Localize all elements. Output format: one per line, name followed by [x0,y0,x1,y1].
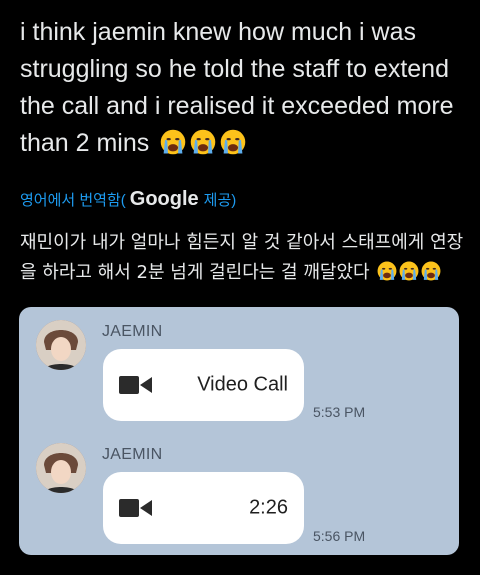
call-duration-bubble[interactable]: 2:26 [103,472,304,544]
sender-name: JAEMIN [102,323,163,340]
video-camera-icon [119,376,152,394]
call-duration: 2:26 [249,496,288,519]
video-call-bubble[interactable]: Video Call [103,349,304,421]
crying-face-emoji-icon [190,129,216,155]
translated-label: 영어에서 번역함( [20,191,126,209]
video-camera-icon [119,499,152,517]
crying-face-emoji-icon [377,261,397,281]
avatar[interactable] [36,443,86,493]
crying-face-emoji-icon [220,129,246,155]
tweet-text: i think jaemin knew how much i was strug… [20,14,468,162]
profile-photo-icon [36,443,86,493]
crying-face-emoji-icon [160,129,186,155]
google-logo: Google [129,187,199,210]
avatar[interactable] [36,320,86,370]
translated-suffix: 제공) [203,191,237,209]
message-time: 5:56 PM [313,528,366,544]
message-time: 5:53 PM [313,404,366,420]
profile-photo-icon [36,320,86,370]
crying-face-emoji-icon [399,261,419,281]
call-log-image[interactable]: JAEMIN Video Call 5:53 PM JAEMIN 2:26 5:… [19,307,459,555]
sender-name: JAEMIN [102,446,163,463]
crying-face-emoji-icon [421,261,441,281]
translated-by-google[interactable]: 영어에서 번역함( Google 제공) [20,186,236,212]
translated-text: 재민이가 내가 얼마나 힘든지 알 것 같아서 스태프에게 연장을 하라고 해서… [20,228,465,288]
call-label: Video Call [197,373,288,396]
